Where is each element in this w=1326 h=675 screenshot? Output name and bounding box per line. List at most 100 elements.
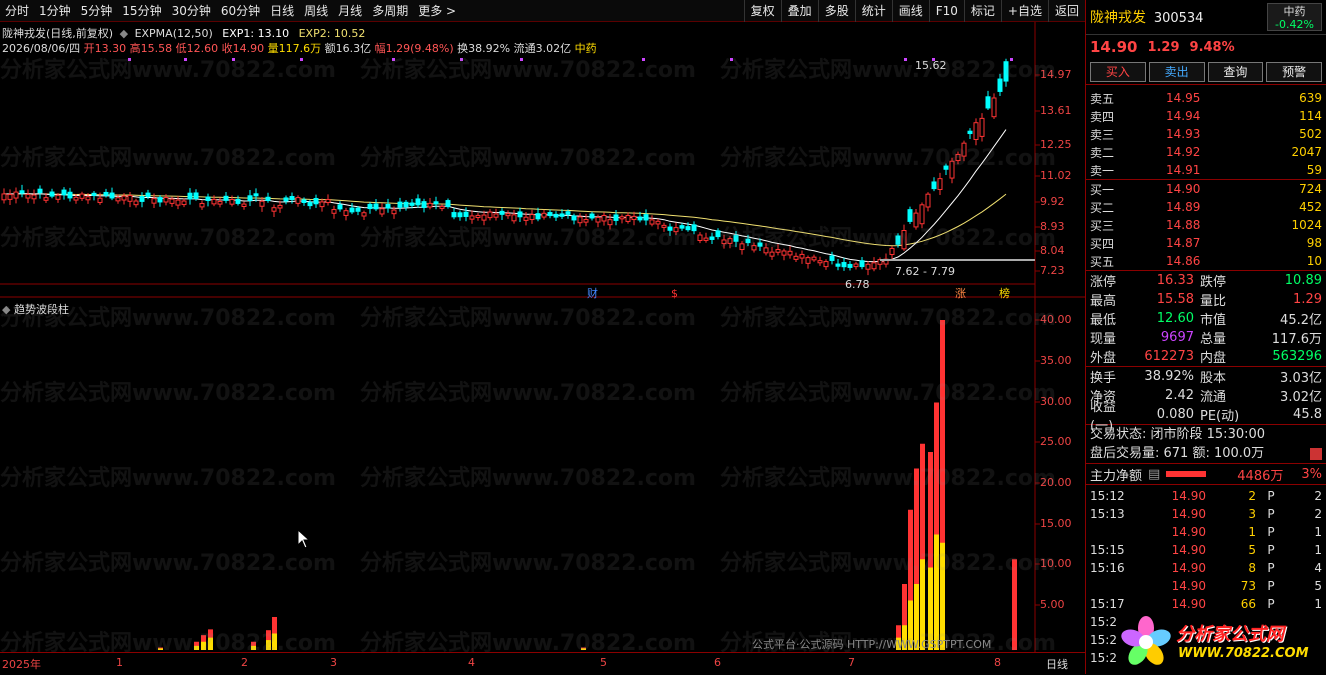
order-book-row[interactable]: 卖四 14.94 114 — [1086, 107, 1326, 125]
y-tick-label: 13.61 — [1040, 104, 1072, 117]
action-button[interactable]: 统计 — [854, 0, 892, 22]
settings-icon[interactable]: ◆ — [120, 27, 128, 40]
tick-volume: 66 — [1240, 597, 1256, 611]
candle — [991, 97, 997, 118]
candle — [817, 260, 823, 264]
stat-row: 现量 9697 总量 117.6万 — [1086, 328, 1326, 347]
action-button[interactable]: 多股 — [817, 0, 855, 22]
trend-bar-inner — [581, 648, 586, 650]
candle — [415, 198, 421, 206]
period-tab[interactable]: 30分钟 — [167, 0, 216, 22]
candle — [847, 263, 853, 268]
stat-row: 最高 15.58 量比 1.29 — [1086, 290, 1326, 309]
event-marker: 榜 — [999, 286, 1010, 300]
industry-box[interactable]: 中药 -0.42% — [1267, 3, 1322, 31]
order-book-row[interactable]: 买五 14.86 10 — [1086, 252, 1326, 270]
industry-change: -0.42% — [1275, 18, 1314, 31]
order-book-row[interactable]: 卖五 14.95 639 — [1086, 89, 1326, 107]
candle — [91, 192, 97, 196]
period-tab[interactable]: 日线 — [265, 0, 299, 22]
tick-time: 15:16 — [1090, 561, 1125, 575]
period-tab[interactable]: 分时 — [0, 0, 34, 22]
candle — [643, 214, 649, 221]
candle — [775, 249, 781, 253]
order-book-row[interactable]: 买四 14.87 98 — [1086, 234, 1326, 252]
stat-label: 量比 — [1200, 294, 1227, 309]
candle — [139, 196, 145, 202]
action-button[interactable]: 复权 — [743, 0, 781, 22]
query-button[interactable]: 查询 — [1207, 61, 1264, 82]
industry-tag: 中药 — [574, 42, 597, 55]
candle — [499, 210, 505, 215]
sub-chart-title[interactable]: 趋势波段柱 — [14, 303, 69, 316]
candle — [19, 190, 25, 194]
y-tick-label: 8.04 — [1040, 244, 1065, 257]
action-button[interactable]: 叠加 — [780, 0, 818, 22]
candle — [799, 253, 805, 259]
candle — [655, 220, 661, 225]
candle — [115, 197, 121, 202]
candle — [745, 238, 751, 244]
list-icon[interactable]: ▤ — [1148, 467, 1160, 482]
candle — [79, 193, 85, 199]
stat-label: 外盘 — [1090, 351, 1117, 366]
x-axis-period[interactable]: 日线 — [1046, 656, 1068, 672]
order-book-row[interactable]: 卖二 14.92 2047 — [1086, 143, 1326, 161]
bar-chart-icon[interactable] — [1310, 448, 1322, 460]
action-button[interactable]: +自选 — [1000, 0, 1048, 22]
candle — [295, 197, 301, 204]
period-tab[interactable]: 15分钟 — [117, 0, 166, 22]
action-button[interactable]: F10 — [928, 0, 964, 22]
price-change-pct: 9.48% — [1189, 39, 1235, 55]
order-book-row[interactable]: 卖一 14.91 59 — [1086, 161, 1326, 179]
period-tab[interactable]: 60分钟 — [216, 0, 265, 22]
event-marker: 涨 — [955, 287, 966, 300]
signal-dot — [184, 58, 187, 61]
stat-value: 38.92% — [1144, 369, 1194, 384]
settings-icon[interactable]: ◆ — [2, 303, 10, 316]
trend-bar — [1012, 559, 1017, 650]
tick-price: 14.90 — [1171, 489, 1206, 503]
tick-flag: P — [1267, 489, 1275, 503]
candle — [607, 219, 613, 226]
period-tab[interactable]: 5分钟 — [76, 0, 118, 22]
candle — [955, 153, 961, 162]
stat-value: 3.02亿 — [1280, 390, 1322, 405]
kline-chart[interactable]: 15.62 6.78 7.62 - 7.79 财 $ 涨 榜 — [0, 22, 1085, 652]
buy-button[interactable]: 买入 — [1090, 61, 1146, 82]
order-book-row[interactable]: 买三 14.88 1024 — [1086, 216, 1326, 234]
level-price: 14.95 — [1166, 91, 1201, 105]
indicator-name[interactable]: EXPMA(12,50) — [135, 27, 213, 40]
candle — [631, 215, 637, 221]
candle — [481, 214, 487, 221]
order-book-row[interactable]: 买一 14.90 724 — [1086, 180, 1326, 198]
stat-label: 最高 — [1090, 294, 1117, 309]
signal-dot — [904, 58, 907, 61]
action-button[interactable]: 标记 — [963, 0, 1001, 22]
period-tab[interactable]: 周线 — [299, 0, 333, 22]
period-tab[interactable]: 1分钟 — [34, 0, 76, 22]
tick-count: 1 — [1314, 543, 1322, 557]
high-label: 高15.58 — [129, 42, 173, 55]
y-tick-label: 10.00 — [1040, 557, 1072, 570]
candle — [559, 213, 565, 217]
period-tab[interactable]: 多周期 — [367, 0, 413, 22]
order-book-row[interactable]: 买二 14.89 452 — [1086, 198, 1326, 216]
candle — [337, 204, 343, 210]
candle — [709, 236, 715, 240]
alert-button[interactable]: 预警 — [1266, 61, 1322, 82]
candle — [475, 214, 481, 219]
stat-value: 15.58 — [1156, 292, 1194, 307]
candle — [169, 198, 175, 204]
candle — [733, 235, 739, 242]
tick-flag: P — [1267, 507, 1275, 521]
period-tab[interactable]: 月线 — [333, 0, 367, 22]
order-book-row[interactable]: 卖三 14.93 502 — [1086, 125, 1326, 143]
period-tab[interactable]: 更多 > — [413, 0, 461, 22]
tick-volume: 73 — [1240, 579, 1256, 593]
action-button[interactable]: 返回 — [1047, 0, 1085, 22]
action-button[interactable]: 画线 — [891, 0, 929, 22]
candle — [535, 213, 541, 220]
stat-value: 16.33 — [1156, 273, 1194, 288]
sell-button[interactable]: 卖出 — [1148, 61, 1205, 82]
